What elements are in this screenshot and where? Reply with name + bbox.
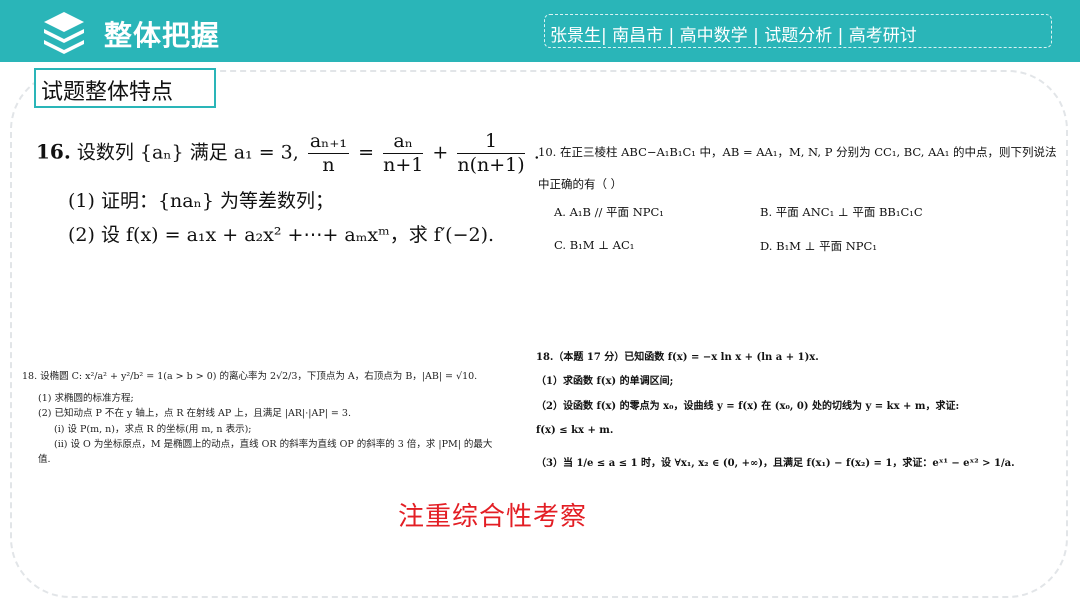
q18b-line-1: 18.（本题 17 分）已知函数 f(x) = −x ln x + (ln a … bbox=[536, 352, 819, 363]
q18a-line-4: (i) 设 P(m, n)，求点 R 的坐标(用 m, n 表示); bbox=[54, 424, 252, 435]
q16-fraction-2: aₙ n+1 bbox=[383, 130, 424, 176]
q16-fraction-1: aₙ₊₁ n bbox=[307, 130, 350, 176]
q16-equals: = bbox=[358, 141, 375, 164]
q18a-line-6: 值. bbox=[38, 454, 51, 465]
q16-seq: {aₙ} bbox=[139, 141, 184, 164]
q18a-line-2: (1) 求椭圆的标准方程; bbox=[38, 393, 134, 404]
q10-option-b: B. 平面 ANC₁ ⊥ 平面 BB₁C₁C bbox=[760, 205, 923, 219]
q18b-line-3: （2）设函数 f(x) 的零点为 x₀，设曲线 y = f(x) 在 (x₀, … bbox=[536, 401, 960, 412]
q18a-line-5: (ii) 设 O 为坐标原点，M 是椭圆上的动点，直线 OR 的斜率为直线 OP… bbox=[54, 439, 493, 450]
q16-stem-prefix: 设数列 bbox=[76, 141, 134, 164]
author-tagline: 张景生| 南昌市 | 高中数学 | 试题分析 | 高考研讨 bbox=[550, 26, 917, 46]
page-title: 整体把握 bbox=[104, 19, 221, 52]
q10-option-a: A. A₁B // 平面 NPC₁ bbox=[554, 205, 664, 219]
q10-stem-2: 中正确的有（ ） bbox=[538, 177, 623, 191]
q18a-line-3: (2) 已知动点 P 不在 y 轴上，点 R 在射线 AP 上，且满足 |AR|… bbox=[38, 408, 351, 419]
q18b-line-5: （3）当 1/e ≤ a ≤ 1 时，设 ∀x₁, x₂ ∈ (0, +∞)，且… bbox=[536, 458, 1015, 469]
q16-part-1: (1) 证明：{naₙ} 为等差数列； bbox=[68, 190, 334, 212]
section-label: 试题整体特点 bbox=[41, 80, 174, 105]
stacked-layers-icon bbox=[44, 12, 84, 54]
q18a-line-1: 18. 设椭圆 C: x²/a² + y²/b² = 1(a > b > 0) … bbox=[22, 371, 478, 382]
q16-number: 16. bbox=[36, 139, 71, 164]
q10-stem: 10. 在正三棱柱 ABC−A₁B₁C₁ 中，AB = AA₁，M, N, P … bbox=[538, 145, 1057, 159]
q16-stem-mid: 满足 a₁ = 3, bbox=[189, 141, 299, 164]
q16-fraction-3: 1 n(n+1) bbox=[457, 130, 525, 176]
q18b-line-2: （1）求函数 f(x) 的单调区间; bbox=[536, 376, 674, 387]
q10-option-c: C. B₁M ⊥ AC₁ bbox=[554, 238, 635, 252]
q16-plus: + bbox=[432, 141, 449, 164]
q10-option-d: D. B₁M ⊥ 平面 NPC₁ bbox=[760, 239, 877, 253]
header-bar: 整体把握 张景生| 南昌市 | 高中数学 | 试题分析 | 高考研讨 bbox=[0, 0, 1080, 62]
highlight-note: 注重综合性考察 bbox=[398, 502, 588, 532]
q18b-line-4: f(x) ≤ kx + m. bbox=[536, 425, 614, 436]
q16-part-2: (2) 设 f(x) = a₁x + a₂x² +⋯+ aₘxᵐ，求 f′(−2… bbox=[68, 224, 495, 246]
